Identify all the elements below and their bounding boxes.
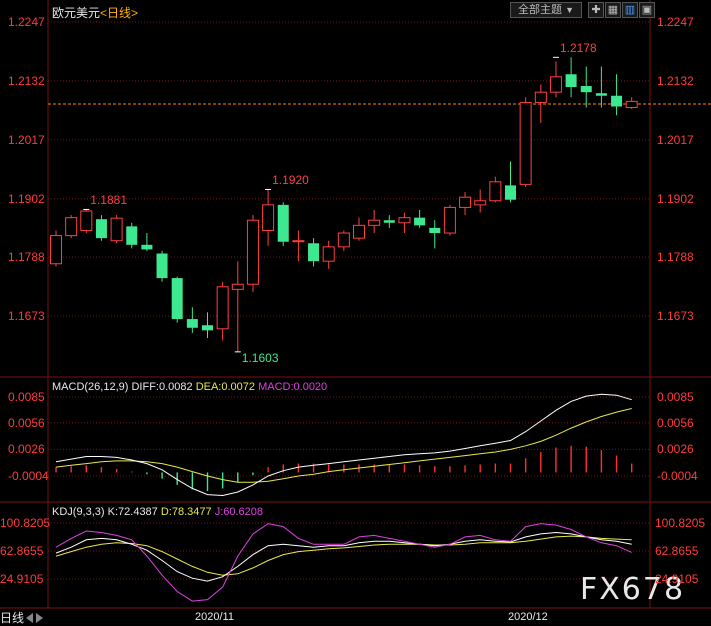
kdj-d-label: D:78.3477 — [160, 506, 212, 518]
crosshair-icon[interactable]: ✚ — [588, 2, 604, 18]
annotation-high-label: 1.2178 — [559, 41, 597, 56]
price-tick-left: 1.1673 — [8, 309, 45, 323]
period-label: <日线> — [100, 6, 139, 20]
kdj-k-label: K:72.4387 — [107, 506, 158, 518]
candle-body-up — [353, 224, 365, 239]
candle-body-down — [383, 220, 395, 223]
macd-tick-right: -0.0004 — [657, 469, 698, 483]
price-tick-left: 1.1788 — [8, 250, 45, 265]
candle-body-down — [611, 95, 623, 107]
symbol-name: 欧元美元 — [52, 6, 101, 20]
candle-body-up — [519, 101, 532, 185]
kdj-tick-left: 24.9105 — [0, 572, 44, 586]
candle-body-up — [231, 283, 244, 290]
macd-legend: MACD(26,12,9) DIFF:0.0082 DEA:0.0072 MAC… — [52, 381, 327, 393]
candle-body-up — [549, 76, 562, 93]
candle-body-up — [80, 210, 93, 231]
candle-body-down — [414, 217, 426, 226]
grid-icon[interactable]: ▦ — [605, 2, 621, 18]
macd-tick-right: 0.0026 — [657, 442, 694, 457]
macd-value-label: MACD:0.0020 — [258, 381, 328, 393]
chart-stage — [0, 0, 711, 624]
candle-body-down — [156, 253, 168, 279]
candle-body-up — [322, 246, 335, 262]
candle-body-down — [202, 325, 213, 331]
candle-body-down — [141, 244, 153, 250]
candle-body-up — [443, 206, 456, 234]
candle-body-up — [474, 200, 487, 206]
candle-body-down — [580, 86, 592, 93]
candle-body-up — [292, 240, 305, 243]
candle-body-up — [459, 196, 472, 208]
candle-body-down — [308, 243, 320, 262]
price-tick-left: 1.2247 — [8, 15, 45, 29]
period-corner-label: 日线 — [0, 611, 25, 625]
candle-body-up — [216, 286, 229, 330]
kdj-tick-right: 62.8655 — [655, 544, 699, 558]
price-tick-right: 1.1788 — [657, 250, 694, 265]
macd-tick-left: 0.0026 — [8, 442, 45, 457]
candle-body-down — [95, 219, 107, 239]
candle-body-down — [126, 226, 138, 245]
price-tick-right: 1.1673 — [657, 309, 694, 323]
layout-icon[interactable]: ▥ — [622, 2, 638, 18]
symbol-title: 欧元美元<日线> — [52, 4, 138, 21]
candle-body-up — [337, 232, 350, 248]
scroll-left-icon[interactable] — [26, 613, 33, 623]
kdj-tick-right: 24.9105 — [655, 572, 699, 586]
macd-tick-right: 0.0056 — [657, 415, 694, 430]
annotation-high-label: 1.1920 — [272, 173, 309, 188]
kdj-tick-left: 100.8205 — [0, 516, 51, 530]
candle-body-down — [505, 185, 516, 200]
candle-body-up — [50, 235, 62, 265]
annotation-high-label: 1.1881 — [90, 193, 127, 208]
price-tick-left: 1.2132 — [8, 73, 45, 88]
chevron-down-icon: ▼ — [565, 5, 574, 15]
macd-tick-right: 0.0085 — [657, 390, 694, 404]
macd-dea-label: DEA:0.0072 — [195, 381, 256, 393]
candle-body-down — [186, 319, 198, 328]
price-tick-left: 1.2017 — [8, 132, 45, 147]
time-label-nov: 2020/11 — [195, 611, 234, 623]
macd-tick-left: 0.0056 — [8, 415, 45, 430]
candle-body-up — [110, 217, 123, 242]
kdj-legend: KDJ(9,3,3) K:72.4387 D:78.3477 J:60.6208 — [52, 506, 263, 518]
theme-select-label: 全部主题 — [518, 4, 562, 16]
scroll-right-icon[interactable] — [36, 613, 43, 623]
price-tick-right: 1.1902 — [657, 191, 694, 206]
candle-body-up — [489, 181, 502, 202]
annotation-low-label: 1.1603 — [241, 350, 279, 365]
candle-body-up — [625, 100, 638, 109]
candle-body-down — [277, 204, 289, 242]
candle-body-down — [171, 278, 183, 320]
candle-body-up — [65, 217, 78, 237]
candle-body-up — [246, 219, 259, 285]
price-tick-right: 1.2132 — [657, 73, 694, 88]
macd-diff-label: DIFF:0.0082 — [131, 381, 193, 393]
candle-body-up — [368, 219, 381, 226]
candle-body-up — [398, 217, 411, 224]
time-label-dec: 2020/12 — [508, 611, 548, 623]
candle-body-down — [565, 74, 577, 88]
candle-body-down — [595, 93, 607, 96]
candle-body-down — [429, 227, 441, 234]
kdj-tick-left: 62.8655 — [0, 544, 44, 558]
macd-tick-left: 0.0085 — [8, 390, 45, 404]
close-panel-icon[interactable]: ▣ — [639, 2, 655, 18]
theme-select-button[interactable]: 全部主题 ▼ — [510, 2, 582, 18]
kdj-tick-right: 100.8205 — [655, 516, 706, 530]
price-tick-right: 1.2017 — [657, 132, 694, 147]
price-tick-right: 1.2247 — [657, 15, 694, 29]
macd-title: MACD(26,12,9) — [52, 381, 129, 393]
macd-tick-left: -0.0004 — [8, 469, 49, 483]
kdj-j-label: J:60.6208 — [214, 506, 264, 518]
candle-body-up — [262, 204, 275, 231]
candle-body-up — [534, 91, 547, 103]
price-tick-left: 1.1902 — [8, 191, 45, 206]
kdj-title: KDJ(9,3,3) — [52, 506, 105, 518]
